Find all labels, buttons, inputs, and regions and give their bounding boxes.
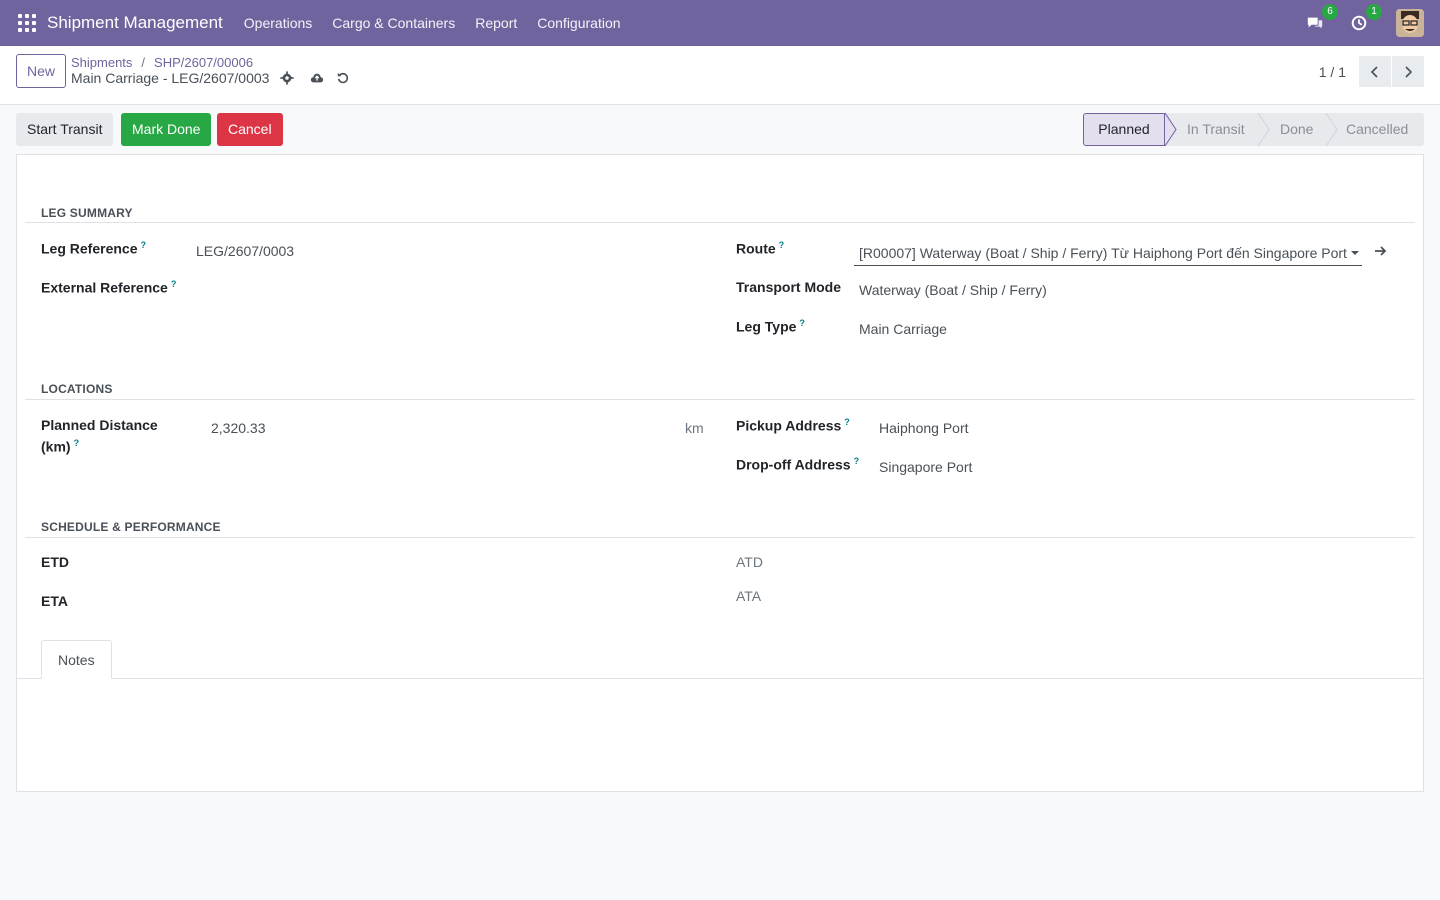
chevron-left-icon [1370, 65, 1378, 78]
start-transit-button[interactable]: Start Transit [16, 113, 114, 146]
stage-arrow-1 [1165, 113, 1177, 146]
breadcrumb-shipment-record[interactable]: SHP/2607/00006 [154, 55, 253, 70]
help-tooltip-icon[interactable]: ? [844, 417, 850, 427]
stage-arrow-2 [1258, 113, 1270, 146]
systray: 6 1 [1304, 0, 1424, 46]
transport-mode-label: Transport Mode [736, 279, 842, 295]
user-avatar[interactable] [1396, 9, 1424, 37]
control-panel: New Shipments / SHP/2607/00006 Main Carr… [0, 46, 1440, 105]
help-tooltip-icon[interactable]: ? [779, 240, 785, 250]
leg-type-value: Main Carriage [859, 321, 947, 337]
pager-next-button[interactable] [1392, 56, 1424, 87]
chevron-right-icon [1405, 65, 1413, 78]
help-tooltip-icon[interactable]: ? [74, 438, 80, 448]
breadcrumb: Shipments / SHP/2607/00006 [71, 55, 253, 70]
chat-icon [1307, 17, 1323, 29]
route-label: Route? [736, 240, 785, 257]
stage-arrow-3 [1326, 113, 1338, 146]
ata-label: ATA [736, 588, 762, 604]
stage-planned-label: Planned [1098, 121, 1150, 137]
leg-type-label: Leg Type? [736, 318, 805, 335]
route-select[interactable]: [R00007] Waterway (Boat / Ship / Ferry) … [854, 240, 1362, 266]
form-sheet: LEG SUMMARY Leg Reference? LEG/2607/0003… [16, 154, 1424, 792]
pager: 1 / 1 [1319, 56, 1424, 87]
menu-item-report[interactable]: Report [465, 15, 527, 31]
notebook-divider [17, 678, 1423, 679]
discard-icon[interactable] [335, 70, 351, 86]
top-navbar: Shipment Management Operations Cargo & C… [0, 0, 1440, 46]
stage-in-transit-label: In Transit [1187, 121, 1245, 137]
cloud-upload-icon[interactable] [309, 70, 325, 86]
distance-unit: km [685, 420, 704, 436]
activities-count-badge: 1 [1366, 4, 1382, 20]
eta-label: ETA [41, 593, 68, 609]
stage-pipeline: Planned In Transit Done Cancelled [1083, 113, 1424, 146]
record-title-row: Main Carriage - LEG/2607/0003 [71, 70, 351, 86]
messages-button[interactable]: 6 [1304, 4, 1338, 34]
pickup-address-value[interactable]: Haiphong Port [879, 420, 969, 436]
main-menu: Operations Cargo & Containers Report Con… [234, 15, 631, 31]
planned-distance-value[interactable]: 2,320.33 [211, 420, 266, 436]
breadcrumb-separator: / [141, 55, 146, 70]
stage-cancelled[interactable]: Cancelled [1338, 113, 1424, 146]
chevron-down-icon [1351, 251, 1359, 255]
mark-done-button[interactable]: Mark Done [121, 113, 212, 146]
planned-distance-label-unit: (km)? [41, 438, 80, 455]
help-tooltip-icon[interactable]: ? [799, 318, 805, 328]
route-value: [R00007] Waterway (Boat / Ship / Ferry) … [859, 244, 1349, 261]
stage-in-transit[interactable]: In Transit [1177, 113, 1258, 146]
help-tooltip-icon[interactable]: ? [854, 456, 860, 466]
pager-value[interactable]: 1 / 1 [1319, 64, 1346, 80]
pager-previous-button[interactable] [1359, 56, 1391, 87]
dropoff-address-label: Drop-off Address? [736, 456, 860, 473]
atd-label: ATD [736, 554, 763, 570]
breadcrumb-shipments[interactable]: Shipments [71, 55, 132, 70]
etd-label: ETD [41, 554, 69, 570]
section-title-leg-summary: LEG SUMMARY [41, 206, 133, 220]
tab-notes[interactable]: Notes [41, 640, 112, 679]
stage-done[interactable]: Done [1270, 113, 1326, 146]
apps-menu-icon[interactable] [18, 14, 36, 32]
dropoff-address-value[interactable]: Singapore Port [879, 459, 972, 475]
stage-cancelled-label: Cancelled [1346, 121, 1409, 137]
leg-reference-value[interactable]: LEG/2607/0003 [196, 243, 294, 259]
messages-count-badge: 6 [1322, 4, 1338, 20]
section-divider [25, 399, 1415, 400]
section-divider [25, 537, 1415, 538]
section-title-schedule: SCHEDULE & PERFORMANCE [41, 520, 221, 534]
cancel-button[interactable]: Cancel [217, 113, 283, 146]
external-reference-label: External Reference? [41, 279, 177, 296]
gear-icon[interactable] [279, 70, 295, 86]
help-tooltip-icon[interactable]: ? [171, 279, 177, 289]
pickup-address-label: Pickup Address? [736, 417, 850, 434]
transport-mode-value: Waterway (Boat / Ship / Ferry) [859, 282, 1047, 298]
section-divider [25, 222, 1415, 223]
statusbar: Start Transit Mark Done Cancel Planned I… [16, 113, 1424, 146]
leg-reference-label: Leg Reference? [41, 240, 146, 257]
menu-item-configuration[interactable]: Configuration [527, 15, 630, 31]
planned-distance-label: Planned Distance [41, 417, 158, 433]
activities-button[interactable]: 1 [1348, 4, 1382, 34]
new-button[interactable]: New [16, 54, 67, 88]
clock-icon [1351, 15, 1367, 31]
help-tooltip-icon[interactable]: ? [140, 240, 146, 250]
section-title-locations: LOCATIONS [41, 382, 113, 396]
stage-planned[interactable]: Planned [1083, 113, 1165, 146]
record-title: Main Carriage - LEG/2607/0003 [71, 70, 270, 86]
app-brand[interactable]: Shipment Management [47, 13, 223, 33]
menu-item-operations[interactable]: Operations [234, 15, 322, 31]
stage-done-label: Done [1280, 121, 1314, 137]
menu-item-cargo-containers[interactable]: Cargo & Containers [322, 15, 465, 31]
arrow-right-icon[interactable] [1373, 243, 1389, 259]
